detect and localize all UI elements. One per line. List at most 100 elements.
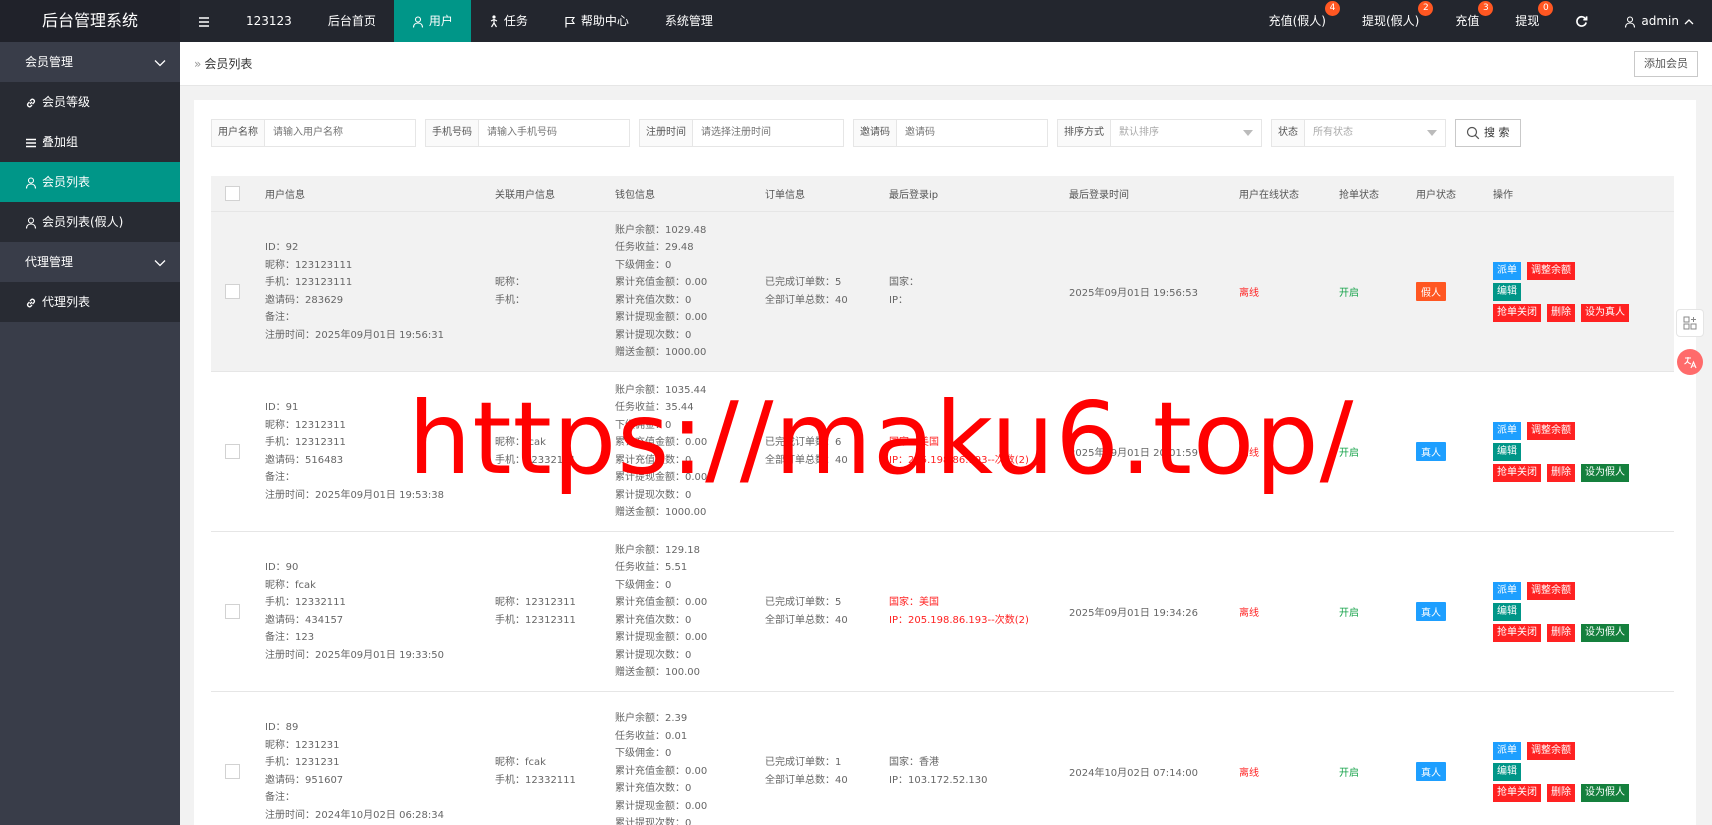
dispatch-button[interactable]: 派单 xyxy=(1493,261,1521,280)
top-right-nav: 充值(假人) 4 提现(假人) 2 充值 3 提现 0 admin xyxy=(1251,0,1712,42)
username-label: 用户名称 xyxy=(212,120,265,146)
user-line: 手机：1231231 xyxy=(265,757,340,768)
grab-off-button[interactable]: 抢单关闭 xyxy=(1493,623,1541,642)
column-header: 抢单状态 xyxy=(1339,190,1379,201)
status-filter: 状态 所有状态 xyxy=(1271,119,1446,147)
user-icon xyxy=(25,202,37,242)
column-header: 钱包信息 xyxy=(615,190,655,201)
topnav-item-5[interactable]: 系统管理 xyxy=(647,0,731,42)
username-input[interactable] xyxy=(265,120,415,146)
last-login-time: 2025年09月01日 19:34:26 xyxy=(1069,608,1198,619)
row-checkbox[interactable] xyxy=(225,604,240,619)
sidebar-item-items1-2[interactable]: 会员列表 xyxy=(0,162,180,202)
phone-input[interactable] xyxy=(479,120,629,146)
wallet-line: 累计充值金额：0.00 xyxy=(615,277,708,288)
float-tool-button[interactable] xyxy=(1676,309,1704,337)
delete-button[interactable]: 删除 xyxy=(1547,303,1575,322)
filter-bar: 用户名称 手机号码 注册时间 邀请码 排序方式 默认排序 状态 所有状态 xyxy=(211,119,1521,147)
float-translate-button[interactable] xyxy=(1677,349,1703,375)
menu-icon xyxy=(198,0,210,42)
adjust-balance-button[interactable]: 调整余额 xyxy=(1527,261,1575,280)
person-icon xyxy=(489,0,499,42)
refresh-icon xyxy=(1575,0,1588,42)
toggle-real-button[interactable]: 设为真人 xyxy=(1581,303,1629,322)
adjust-balance-button[interactable]: 调整余额 xyxy=(1527,581,1575,600)
dispatch-button[interactable]: 派单 xyxy=(1493,581,1521,600)
member-table: 用户信息 关联用户信息 钱包信息 订单信息 最后登录ip 最后登录时间 用户在线状态 抢单状态… xyxy=(211,176,1674,825)
wallet-info: 账户余额：129.18 任务收益：5.51 下级佣金：0 累计充值金额：0.00 累计充… xyxy=(605,542,755,682)
count-badge: 0 xyxy=(1538,1,1554,16)
toggle-real-button[interactable]: 设为假人 xyxy=(1581,623,1629,642)
watermark-text: https://maku6.top/ xyxy=(408,380,1355,497)
admin-menu[interactable]: admin xyxy=(1606,0,1712,42)
sidebar-item-items1-1[interactable]: 叠加组 xyxy=(0,122,180,162)
grab-off-button[interactable]: 抢单关闭 xyxy=(1493,463,1541,482)
toggle-real-button[interactable]: 设为假人 xyxy=(1581,783,1629,802)
refresh-button[interactable] xyxy=(1557,0,1606,42)
grab-off-button[interactable]: 抢单关闭 xyxy=(1493,303,1541,322)
orders-line: 全部订单总数：40 xyxy=(765,774,848,786)
sidebar-group-member[interactable]: 会员管理 xyxy=(0,42,180,82)
topnav-item-1[interactable]: 后台首页 xyxy=(310,0,394,42)
topright-item-3[interactable]: 提现 0 xyxy=(1497,0,1557,42)
sidebar-item-items1-0[interactable]: 会员等级 xyxy=(0,82,180,122)
user-line: 注册时间：2024年10月02日 06:28:34 xyxy=(265,809,444,821)
caret-down-icon xyxy=(1427,130,1437,136)
row-checkbox[interactable] xyxy=(225,284,240,299)
brand-title: 后台管理系统 xyxy=(0,0,180,42)
adjust-balance-button[interactable]: 调整余额 xyxy=(1527,421,1575,440)
related-line: 昵称： xyxy=(495,277,525,288)
dispatch-button[interactable]: 派单 xyxy=(1493,421,1521,440)
toggle-real-button[interactable]: 设为假人 xyxy=(1581,463,1629,482)
edit-button[interactable]: 编辑 xyxy=(1493,442,1521,461)
delete-button[interactable]: 删除 xyxy=(1547,623,1575,642)
topright-item-1[interactable]: 提现(假人) 2 xyxy=(1344,0,1437,42)
topnav-item-3[interactable]: 任务 xyxy=(471,0,546,42)
sort-label: 排序方式 xyxy=(1058,120,1111,146)
dispatch-button[interactable]: 派单 xyxy=(1493,741,1521,760)
add-member-button[interactable]: 添加会员 xyxy=(1634,50,1698,77)
menu-toggle[interactable] xyxy=(180,0,228,42)
grid-icon xyxy=(1683,316,1697,331)
link-icon xyxy=(25,282,37,322)
row-checkbox[interactable] xyxy=(225,444,240,459)
grab-off-button[interactable]: 抢单关闭 xyxy=(1493,783,1541,802)
orders-line: 全部订单总数：40 xyxy=(765,614,848,626)
search-button[interactable]: 搜 索 xyxy=(1455,119,1521,147)
topnav-item-4[interactable]: 帮助中心 xyxy=(546,0,647,42)
user-line: 备注： xyxy=(265,312,295,323)
topnav-item-2[interactable]: 用户 xyxy=(393,0,471,42)
wallet-info: 账户余额：2.39 任务收益：0.01 下级佣金：0 累计充值金额：0.00 累计充值次… xyxy=(605,710,755,825)
edit-button[interactable]: 编辑 xyxy=(1493,602,1521,621)
regtime-input[interactable] xyxy=(693,120,843,146)
ip-line: 国家：美国 xyxy=(889,597,939,608)
edit-button[interactable]: 编辑 xyxy=(1493,762,1521,781)
wallet-line: 累计提现次数：0 xyxy=(615,818,692,825)
column-header: 订单信息 xyxy=(765,190,805,201)
topright-item-0[interactable]: 充值(假人) 4 xyxy=(1251,0,1344,42)
invite-filter: 邀请码 xyxy=(853,119,1048,147)
last-login-time: 2024年10月02日 07:14:00 xyxy=(1069,768,1198,779)
search-label: 搜 索 xyxy=(1484,126,1510,139)
sort-select[interactable]: 默认排序 xyxy=(1111,120,1261,146)
online-status: 离线 xyxy=(1239,608,1259,619)
wallet-line: 任务收益：0.01 xyxy=(615,730,688,742)
related-line: 手机： xyxy=(495,294,525,306)
sidebar-group-agent[interactable]: 代理管理 xyxy=(0,242,180,282)
topnav-item-0[interactable]: 123123 xyxy=(228,0,310,42)
topright-item-2[interactable]: 充值 3 xyxy=(1437,0,1497,42)
delete-button[interactable]: 删除 xyxy=(1547,463,1575,482)
row-checkbox[interactable] xyxy=(225,764,240,779)
order-info: 已完成订单数：5 全部订单总数：40 xyxy=(755,274,879,309)
sidebar-item-label: 代理列表 xyxy=(42,295,91,309)
edit-button[interactable]: 编辑 xyxy=(1493,282,1521,301)
adjust-balance-button[interactable]: 调整余额 xyxy=(1527,741,1575,760)
invite-input[interactable] xyxy=(897,120,1047,146)
last-login-ip: 国家：美国 IP：205.198.86.193--次数(2) xyxy=(879,594,1059,629)
user-line: ID：89 xyxy=(265,722,299,733)
select-all-checkbox[interactable] xyxy=(225,186,240,201)
delete-button[interactable]: 删除 xyxy=(1547,783,1575,802)
sidebar-item-items2-0[interactable]: 代理列表 xyxy=(0,282,180,322)
sidebar-item-items1-3[interactable]: 会员列表(假人) xyxy=(0,202,180,242)
status-select[interactable]: 所有状态 xyxy=(1305,120,1445,146)
